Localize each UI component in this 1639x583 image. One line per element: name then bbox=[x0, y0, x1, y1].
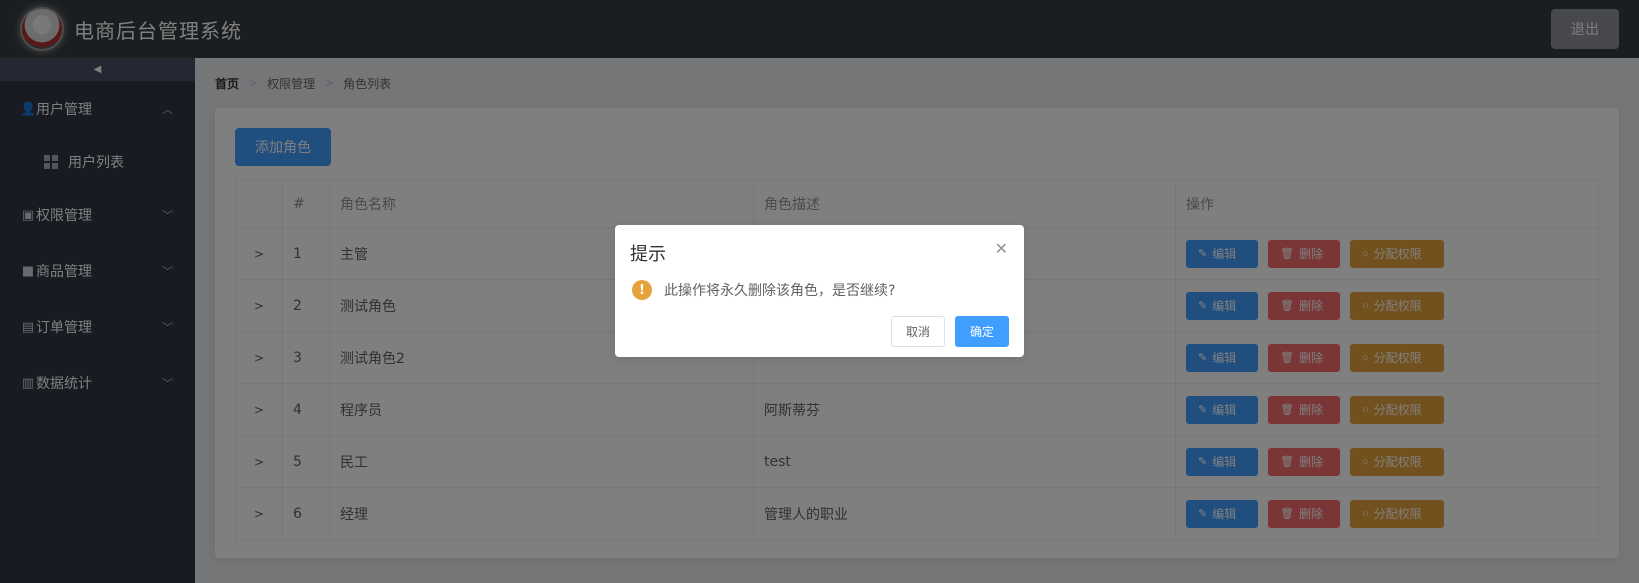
dialog-footer: 取消 确定 bbox=[891, 316, 1009, 347]
dialog-body: ! 此操作将永久删除该角色，是否继续? bbox=[630, 280, 1009, 300]
warning-icon: ! bbox=[632, 280, 652, 300]
close-icon[interactable]: ✕ bbox=[995, 239, 1008, 258]
cancel-button[interactable]: 取消 bbox=[891, 316, 945, 347]
dialog-message: 此操作将永久删除该角色，是否继续? bbox=[664, 283, 896, 299]
confirm-button[interactable]: 确定 bbox=[955, 316, 1009, 347]
confirm-dialog: 提示 ✕ ! 此操作将永久删除该角色，是否继续? 取消 确定 bbox=[615, 225, 1024, 357]
dialog-title: 提示 bbox=[630, 244, 666, 265]
